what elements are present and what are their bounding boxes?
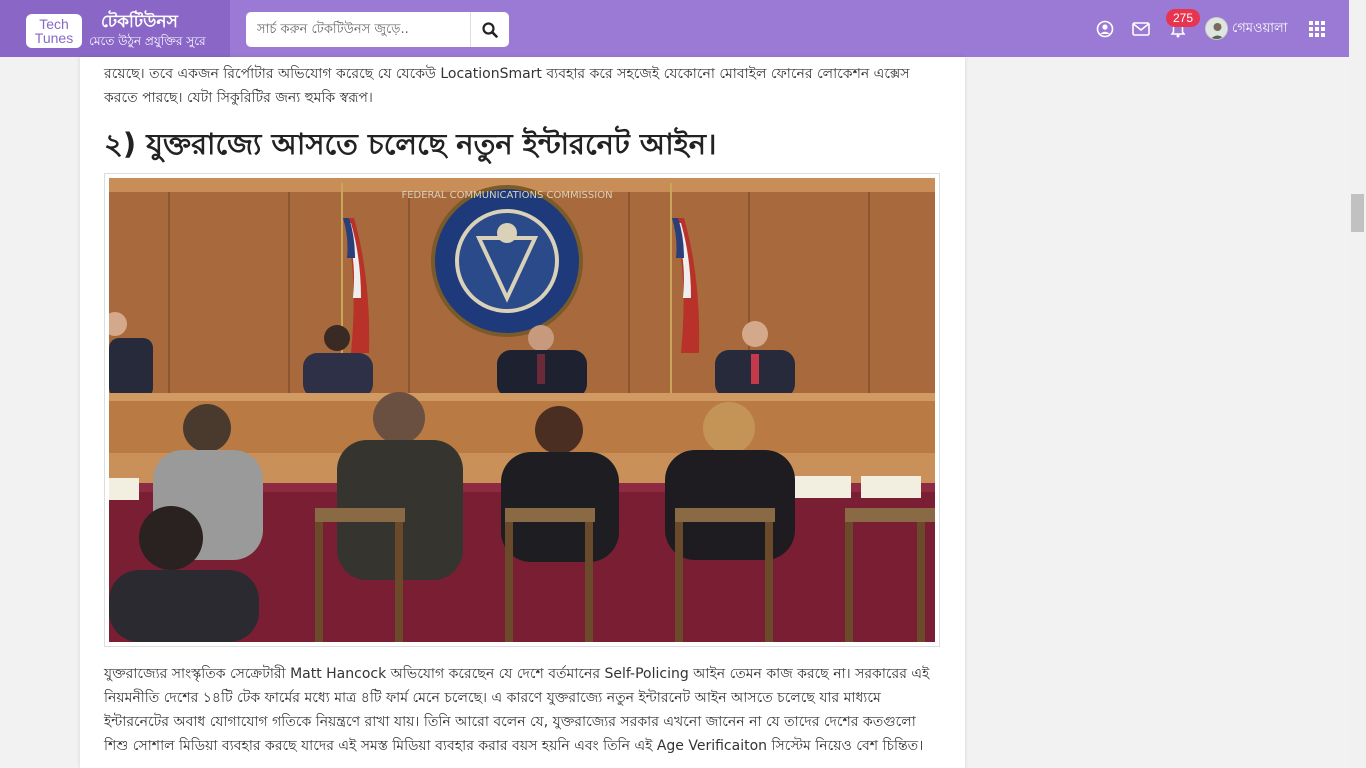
username[interactable]: গেমওয়ালা (1232, 19, 1287, 40)
page-scrollbar-thumb[interactable] (1351, 194, 1364, 232)
search-icon (482, 21, 498, 38)
top-navigation-bar: Tech Tunes টেকটিউনস মেতে উঠুন প্রযুক্তির… (0, 0, 1349, 57)
article-intro-paragraph: রয়েছে। তবে একজন রির্পোটার অভিযোগ করেছে … (104, 66, 910, 106)
apps-menu-button[interactable] (1307, 19, 1327, 39)
brand-block[interactable]: Tech Tunes টেকটিউনস মেতে উঠুন প্রযুক্তির… (0, 0, 230, 57)
avatar[interactable] (1205, 17, 1228, 40)
search-input[interactable] (246, 12, 470, 47)
article-image-frame: FEDERAL COMMUNICATIONS COMMISSION (104, 173, 940, 647)
user-profile-button[interactable] (1095, 19, 1115, 39)
article-body-paragraph: যুক্তরাজ্যের সাংস্কৃতিক সেক্রেটারী Matt … (104, 666, 930, 754)
seal-text: FEDERAL COMMUNICATIONS COMMISSION (401, 190, 612, 201)
logo-line-1: Tech (39, 16, 69, 32)
grid-apps-icon (1309, 21, 1325, 37)
user-circle-icon (1096, 20, 1114, 38)
techtunes-logo[interactable]: Tech Tunes (26, 14, 82, 48)
brand-tagline: মেতে উঠুন প্রযুক্তির সুরে (89, 34, 206, 48)
article-section-heading: ২) যুক্তরাজ্যে আসতে চলেছে নতুন ইন্টারনেট… (104, 127, 717, 161)
page-scrollbar-track[interactable] (1349, 0, 1366, 768)
messages-button[interactable] (1131, 19, 1151, 39)
logo-line-2: Tunes (34, 30, 74, 46)
avatar-image-icon (1206, 18, 1227, 39)
search-button[interactable] (470, 12, 509, 47)
fcc-hearing-illustration: FEDERAL COMMUNICATIONS COMMISSION (109, 178, 935, 642)
fcc-hearing-photo[interactable]: FEDERAL COMMUNICATIONS COMMISSION (109, 178, 935, 642)
envelope-icon (1132, 22, 1150, 36)
notification-count-badge[interactable]: 275 (1166, 9, 1200, 27)
